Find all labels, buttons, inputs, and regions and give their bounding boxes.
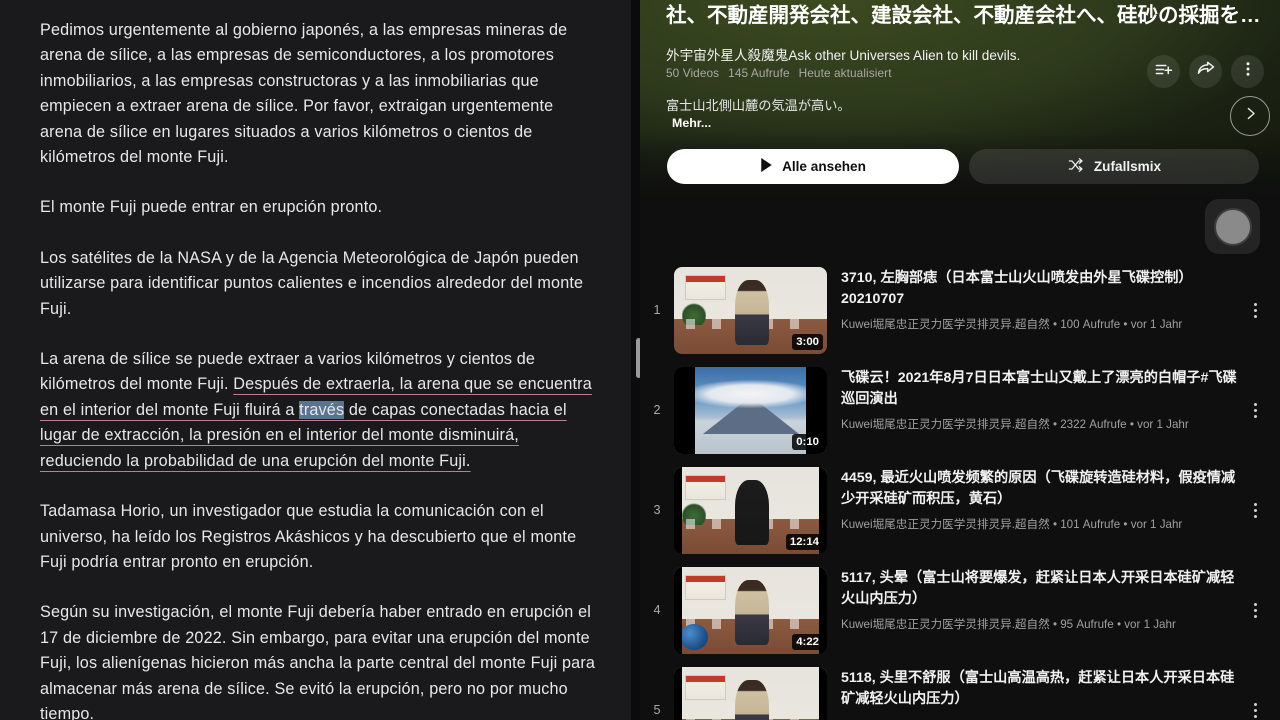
video-info: 5117, 头晕（富士山将要爆发，赶紧让日本人开采日本硅矿减轻火山内压力） Ku…: [827, 566, 1280, 632]
save-to-playlist-button[interactable]: [1147, 55, 1180, 88]
video-list-item[interactable]: 5 5118, 头里不舒服（富士山高温高热，赶紧让日本人开采日本硅矿减轻火山内压…: [640, 660, 1280, 720]
text-selection[interactable]: través: [299, 400, 345, 419]
video-title[interactable]: 4459, 最近火山喷发频繁的原因（飞碟旋转造硅材料，假疫情减少开采硅矿而积压，…: [841, 468, 1240, 510]
video-channel: Kuwei堀尾忠正灵力医学灵排灵异.超自然: [841, 618, 1050, 631]
video-metadata: Kuwei堀尾忠正灵力医学灵排灵异.超自然 • 100 Aufrufe • vo…: [841, 317, 1240, 332]
article-paragraph: El monte Fuji puede entrar en erupción p…: [40, 198, 383, 217]
meta-separator: •: [1049, 318, 1061, 331]
article-paragraph: Tadamasa Horio, un investigador que estu…: [40, 502, 577, 571]
video-age: vor 1 Jahr: [1124, 618, 1176, 631]
article-paragraph: Según su investigación, el monte Fuji de…: [40, 603, 596, 720]
video-index: 3: [653, 503, 661, 517]
video-thumbnail[interactable]: 12:14: [674, 466, 827, 554]
playlist-views: 145 Aufrufe: [728, 66, 790, 80]
video-menu-button[interactable]: [1242, 697, 1268, 720]
floating-overlay-button[interactable]: [1205, 199, 1260, 254]
video-list-item[interactable]: 1 3:00 3710, 左胸部痣（日本富士山火山喷发由外星飞碟控制）20210…: [640, 260, 1280, 360]
video-list-item[interactable]: 4 4:22 5117, 头晕（富士山将要爆发，赶紧让日本人开采日本硅矿减轻火山…: [640, 560, 1280, 660]
video-list-item[interactable]: 2 0:10 飞碟云！2021年8月7日日本富士山又戴上了漂亮的白帽子#飞碟巡回…: [640, 360, 1280, 460]
video-channel: Kuwei堀尾忠正灵力医学灵排灵异.超自然: [841, 318, 1050, 331]
meta-separator: •: [1120, 518, 1131, 531]
playlist-header-actions: [1147, 55, 1264, 88]
more-options-icon: [1239, 60, 1257, 83]
video-menu-button[interactable]: [1242, 297, 1268, 323]
shuffle-label: Zufallsmix: [1093, 159, 1162, 174]
video-views: 100 Aufrufe: [1060, 318, 1121, 331]
playlist-title: 社、不動産開発会社、建設会社、不動産会社へ、硅砂の採掘を緊急…: [666, 4, 1262, 27]
more-options-button[interactable]: [1231, 55, 1264, 88]
video-metadata: Kuwei堀尾忠正灵力医学灵排灵异.超自然 • 2322 Aufrufe • v…: [841, 417, 1240, 432]
video-age: vor 1 Jahr: [1130, 518, 1183, 531]
video-list-item[interactable]: 3 12:14 4459, 最近火山喷发频繁的原因（飞碟旋转造硅材料，假疫情减少…: [640, 460, 1280, 560]
video-info: 5118, 头里不舒服（富士山高温高热，赶紧让日本人开采日本硅矿减轻火山内压力）: [827, 666, 1280, 710]
chevron-right-icon: [1242, 105, 1259, 127]
video-duration: 3:00: [792, 333, 823, 350]
video-duration: 12:14: [785, 533, 823, 550]
article-text: Pedimos urgentemente al gobierno japonés…: [0, 0, 640, 720]
video-info: 3710, 左胸部痣（日本富士山火山喷发由外星飞碟控制）20210707 Kuw…: [827, 266, 1280, 332]
shuffle-button[interactable]: Zufallsmix: [969, 149, 1259, 184]
article-paragraph: Pedimos urgentemente al gobierno japonés…: [40, 21, 568, 167]
video-index: 1: [653, 303, 661, 317]
record-indicator-icon: [1213, 207, 1252, 246]
video-channel: Kuwei堀尾忠正灵力医学灵排灵异.超自然: [841, 418, 1050, 431]
playlist-updated: Heute aktualisiert: [798, 66, 892, 80]
video-index: 5: [653, 703, 661, 717]
video-index: 2: [653, 403, 661, 417]
save-to-playlist-icon: [1154, 60, 1173, 84]
meta-separator: •: [1049, 618, 1061, 631]
video-duration: 4:22: [792, 633, 823, 650]
article-paragraph-highlighted: La arena de sílice se puede extraer a va…: [40, 347, 600, 474]
video-title[interactable]: 5117, 头晕（富士山将要爆发，赶紧让日本人开采日本硅矿减轻火山内压力）: [841, 568, 1240, 610]
youtube-playlist-panel: 社、不動産開発会社、建設会社、不動産会社へ、硅砂の採掘を緊急… 外宇宙外星人殺魔…: [640, 0, 1280, 720]
meta-separator: •: [1049, 518, 1061, 531]
video-age: vor 1 Jahr: [1130, 318, 1183, 331]
play-all-label: Alle ansehen: [782, 159, 866, 174]
meta-separator: •: [1049, 418, 1061, 431]
meta-separator: •: [1126, 418, 1138, 431]
meta-separator: •: [1120, 318, 1131, 331]
video-channel: Kuwei堀尾忠正灵力医学灵排灵异.超自然: [841, 518, 1050, 531]
playlist-description: 富士山北側山麓の気温が高い。: [666, 98, 851, 113]
playlist-action-buttons: Alle ansehen Zufallsmix: [667, 149, 1259, 184]
video-thumbnail[interactable]: 3:00: [674, 266, 827, 354]
video-thumbnail[interactable]: [674, 666, 827, 720]
video-metadata: Kuwei堀尾忠正灵力医学灵排灵异.超自然 • 101 Aufrufe • vo…: [841, 517, 1240, 532]
playlist-channel-name[interactable]: 外宇宙外星人殺魔鬼Ask other Universes Alien to ki…: [666, 44, 1020, 64]
playlist-header: 社、不動産開発会社、建設会社、不動産会社へ、硅砂の採掘を緊急… 外宇宙外星人殺魔…: [640, 0, 1280, 200]
next-page-button[interactable]: [1230, 96, 1270, 136]
video-views: 2322 Aufrufe: [1060, 418, 1127, 431]
play-icon: [760, 158, 773, 175]
video-index: 4: [653, 603, 661, 617]
video-info: 4459, 最近火山喷发频繁的原因（飞碟旋转造硅材料，假疫情减少开采硅矿而积压，…: [827, 466, 1280, 532]
video-info: 飞碟云！2021年8月7日日本富士山又戴上了漂亮的白帽子#飞碟巡回演出 Kuwe…: [827, 366, 1280, 432]
video-menu-button[interactable]: [1242, 597, 1268, 623]
article-paragraph: Los satélites de la NASA y de la Agencia…: [40, 248, 584, 318]
share-icon: [1196, 59, 1216, 84]
share-button[interactable]: [1189, 55, 1222, 88]
video-menu-button[interactable]: [1242, 397, 1268, 423]
video-menu-button[interactable]: [1242, 497, 1268, 523]
video-title[interactable]: 3710, 左胸部痣（日本富士山火山喷发由外星飞碟控制）20210707: [841, 268, 1240, 310]
play-all-button[interactable]: Alle ansehen: [667, 149, 959, 184]
video-views: 101 Aufrufe: [1060, 518, 1121, 531]
thumbnail-image: [674, 666, 827, 720]
video-metadata: Kuwei堀尾忠正灵力医学灵排灵异.超自然 • 95 Aufrufe • vor…: [841, 617, 1240, 632]
video-title[interactable]: 飞碟云！2021年8月7日日本富士山又戴上了漂亮的白帽子#飞碟巡回演出: [841, 368, 1240, 410]
playlist-meta: 50 Videos 145 Aufrufe Heute aktualisiert: [666, 66, 901, 80]
video-thumbnail[interactable]: 4:22: [674, 566, 827, 654]
video-age: vor 1 Jahr: [1137, 418, 1189, 431]
video-duration: 0:10: [792, 433, 823, 450]
video-thumbnail[interactable]: 0:10: [674, 366, 827, 454]
article-panel: Pedimos urgentemente al gobierno japonés…: [0, 0, 640, 720]
shuffle-icon: [1067, 157, 1085, 176]
playlist-more-button[interactable]: Mehr...: [672, 116, 711, 130]
video-list: 1 3:00 3710, 左胸部痣（日本富士山火山喷发由外星飞碟控制）20210…: [640, 260, 1280, 720]
meta-separator: •: [1113, 618, 1125, 631]
video-title[interactable]: 5118, 头里不舒服（富士山高温高热，赶紧让日本人开采日本硅矿减轻火山内压力）: [841, 668, 1240, 710]
video-views: 95 Aufrufe: [1060, 618, 1114, 631]
playlist-video-count: 50 Videos: [666, 66, 720, 80]
